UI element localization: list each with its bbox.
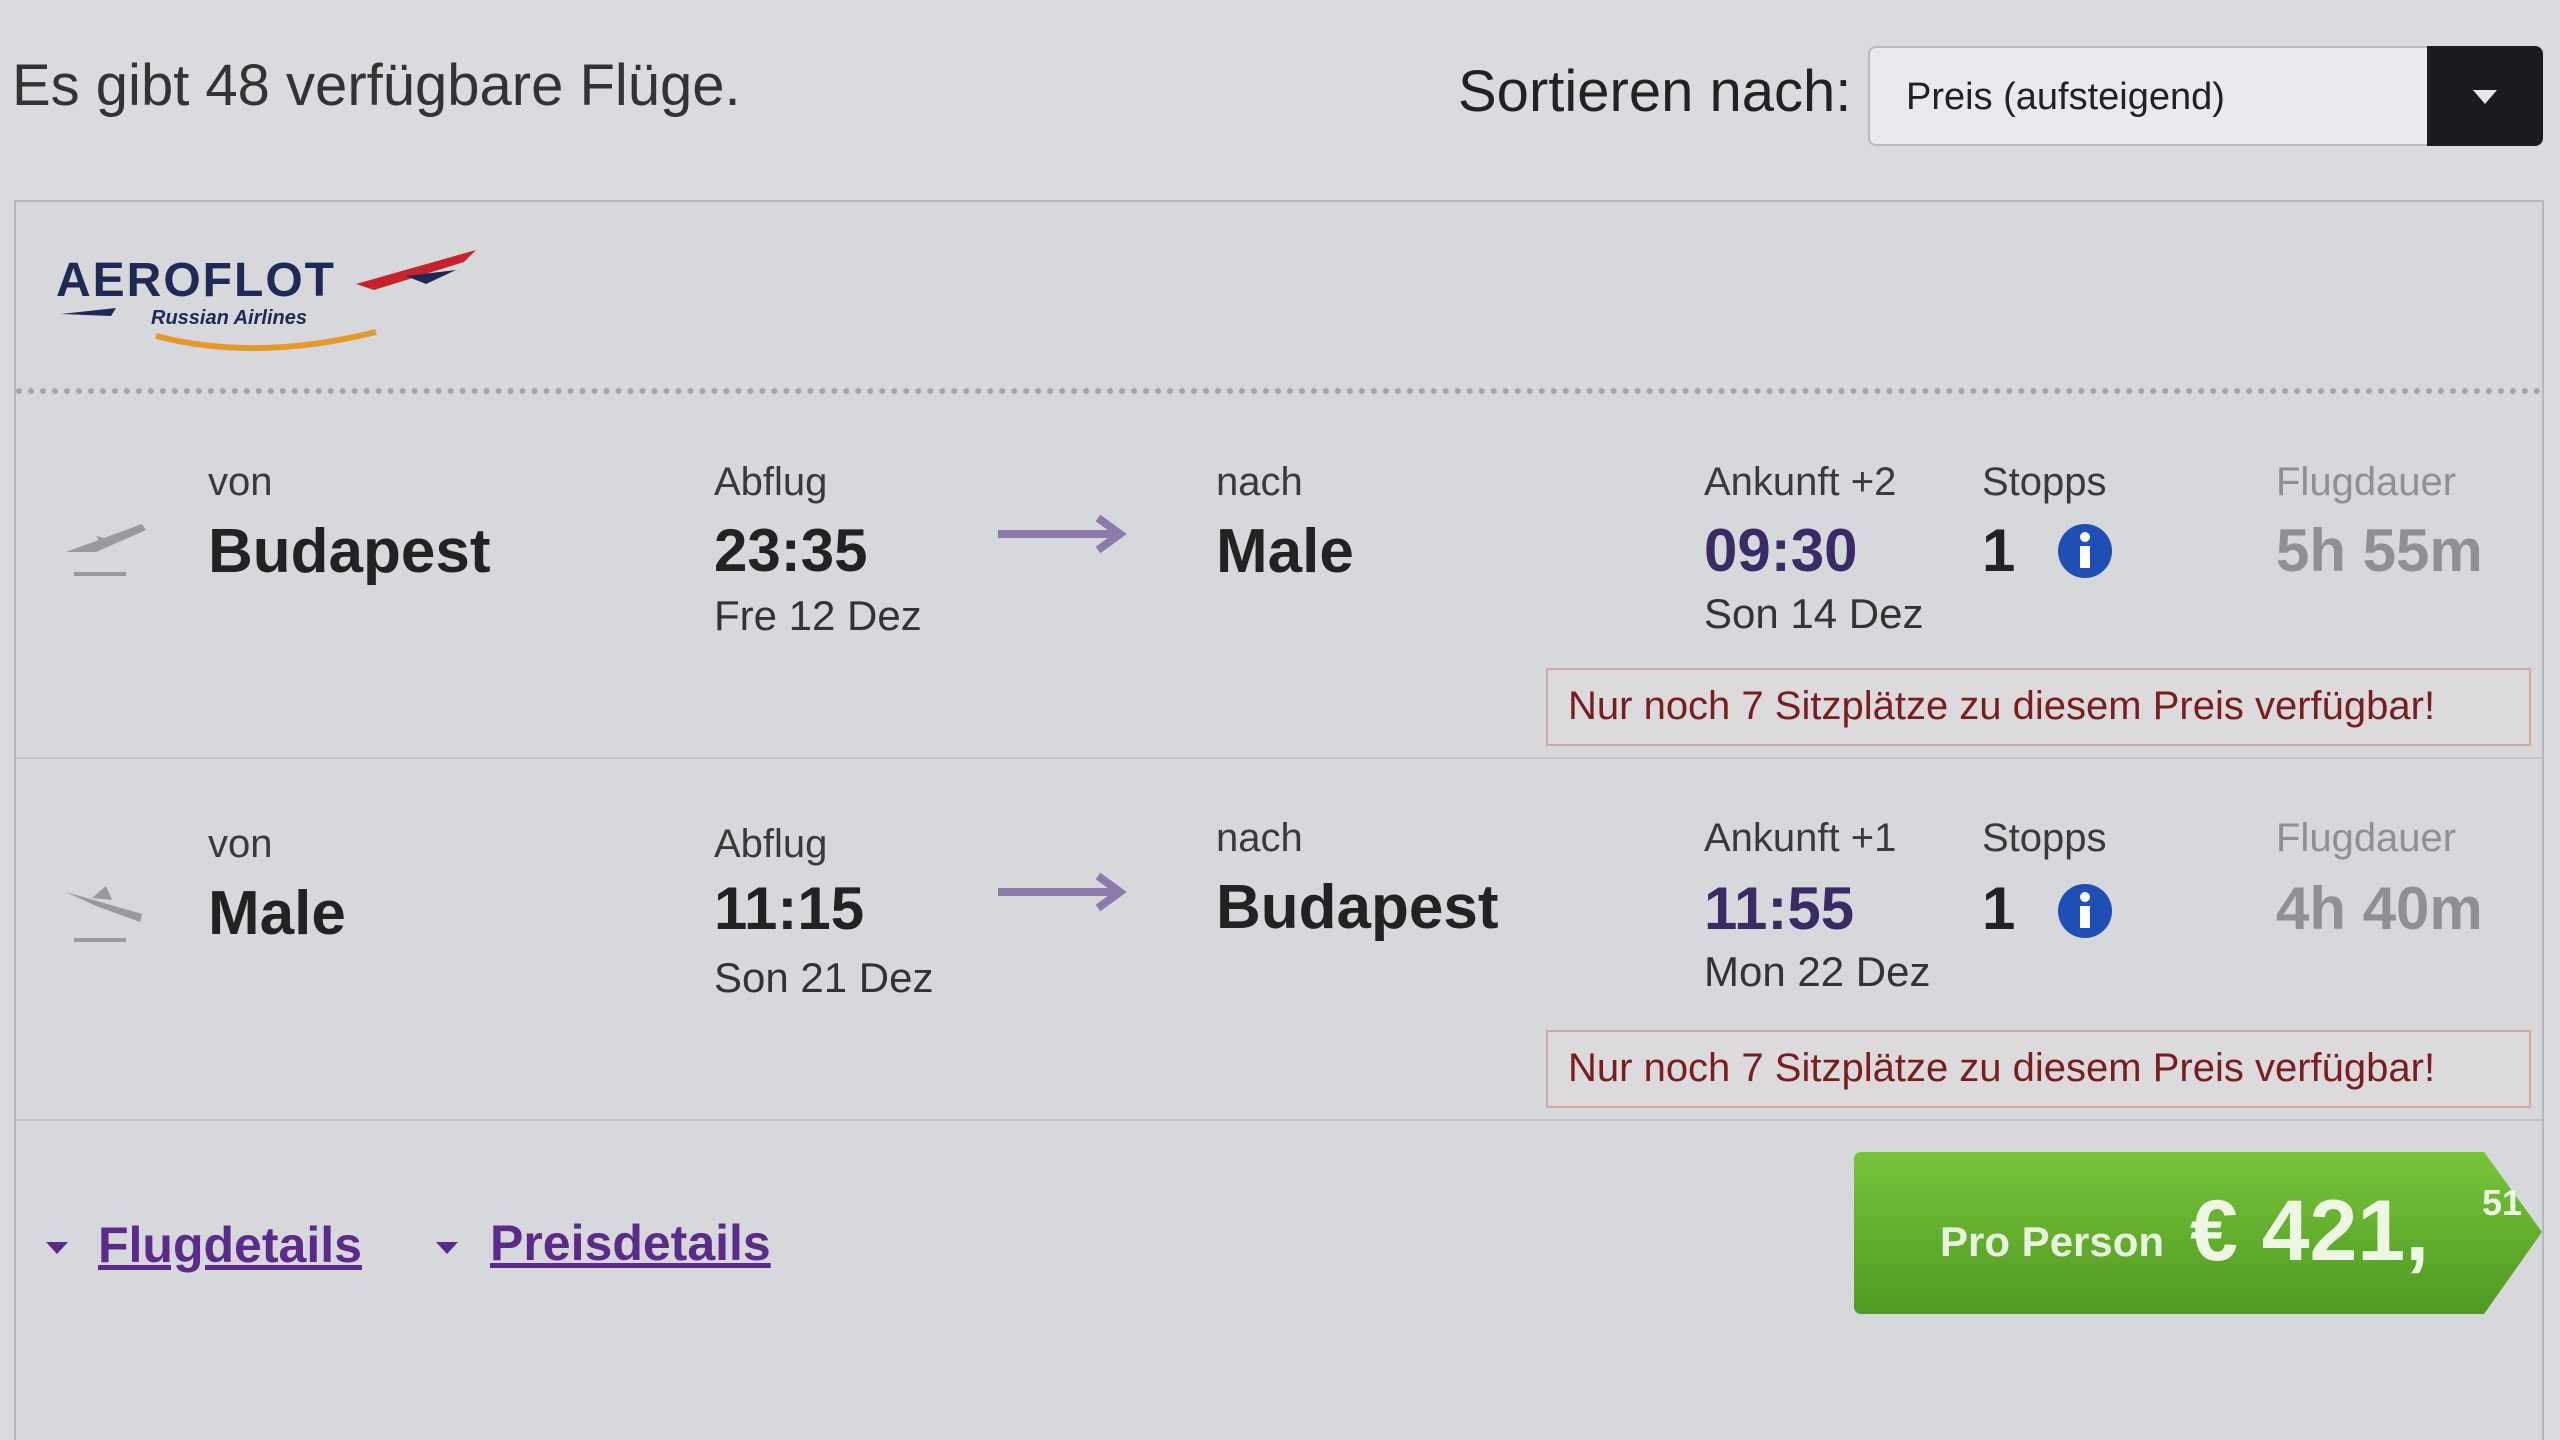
departure-time: 11:15: [714, 875, 865, 942]
flight-duration: 5h 55m: [2276, 517, 2483, 584]
sort-select[interactable]: Preis (aufsteigend): [1868, 46, 2543, 146]
stops-count: 1: [1982, 517, 2016, 584]
from-label: von: [208, 822, 273, 866]
flight-result-card: AEROFLOT Russian Airlines von Budapest A…: [14, 200, 2544, 1440]
price-details-link[interactable]: Preisdetails: [490, 1214, 771, 1272]
departure-label: Abflug: [714, 822, 828, 866]
chevron-down-icon: [2473, 90, 2497, 104]
price-button[interactable]: Pro Person € 421, 51: [1854, 1152, 2544, 1314]
departure-time: 23:35: [714, 517, 868, 584]
arrival-date: Son 14 Dez: [1704, 590, 1924, 637]
departure-date: Son 21 Dez: [714, 954, 934, 1001]
stops-count: 1: [1982, 875, 2016, 942]
arrival-label: Ankunft +2: [1704, 460, 1897, 504]
caret-down-icon: [436, 1242, 458, 1254]
stops-label: Stopps: [1982, 460, 2107, 504]
caret-down-icon: [46, 1242, 68, 1254]
to-city: Male: [1216, 517, 1354, 586]
stops-label: Stopps: [1982, 816, 2107, 860]
departure-label: Abflug: [714, 460, 828, 504]
plane-arrival-icon: [66, 886, 142, 942]
to-label: nach: [1216, 460, 1303, 504]
sort-selected-value: Preis (aufsteigend): [1906, 76, 2225, 118]
route-arrow-icon: [998, 514, 1127, 554]
leg-separator: [16, 1119, 2542, 1121]
arrival-label: Ankunft +1: [1704, 816, 1897, 860]
from-city: Male: [208, 879, 346, 948]
info-icon[interactable]: [2056, 522, 2114, 580]
sort-label: Sortieren nach:: [1458, 59, 1852, 124]
results-count: Es gibt 48 verfügbare Flüge.: [12, 53, 741, 118]
flight-leg-return: von Male Abflug 11:15 Son 21 Dez nach Bu…: [16, 764, 2542, 1124]
arrival-time: 11:55: [1704, 875, 1855, 942]
flight-leg-outbound: von Budapest Abflug 23:35 Fre 12 Dez nac…: [16, 402, 2542, 762]
results-header: Es gibt 48 verfügbare Flüge. Sortieren n…: [0, 0, 2560, 190]
from-label: von: [208, 460, 273, 504]
sort-dropdown-button[interactable]: [2427, 46, 2543, 146]
arrival-time: 09:30: [1704, 517, 1858, 584]
price-cents: 51: [2482, 1182, 2523, 1223]
airline-subtitle: Russian Airlines: [151, 307, 307, 329]
info-icon[interactable]: [2056, 882, 2114, 940]
seats-warning: Nur noch 7 Sitzplätze zu diesem Preis ve…: [1546, 668, 2531, 746]
plane-departure-icon: [66, 524, 146, 576]
arrival-date: Mon 22 Dez: [1704, 948, 1931, 995]
flight-details-link[interactable]: Flugdetails: [98, 1216, 362, 1274]
to-city: Budapest: [1216, 873, 1499, 942]
price-per-person-label: Pro Person: [1940, 1218, 2165, 1265]
from-city: Budapest: [208, 517, 491, 586]
seats-warning: Nur noch 7 Sitzplätze zu diesem Preis ve…: [1546, 1030, 2531, 1108]
duration-label: Flugdauer: [2276, 816, 2457, 860]
route-arrow-icon: [998, 872, 1127, 912]
leg-separator: [16, 757, 2542, 759]
airline-name: AEROFLOT: [56, 254, 336, 307]
flight-duration: 4h 40m: [2276, 875, 2483, 942]
seats-warning-text: Nur noch 7 Sitzplätze zu diesem Preis ve…: [1568, 684, 2436, 728]
seats-warning-text: Nur noch 7 Sitzplätze zu diesem Preis ve…: [1568, 1046, 2436, 1090]
airline-logo: AEROFLOT Russian Airlines: [56, 244, 496, 364]
duration-label: Flugdauer: [2276, 460, 2457, 504]
to-label: nach: [1216, 816, 1303, 860]
price-amount: € 421,: [2190, 1183, 2430, 1279]
departure-date: Fre 12 Dez: [714, 592, 922, 639]
logo-separator: [16, 388, 2542, 394]
